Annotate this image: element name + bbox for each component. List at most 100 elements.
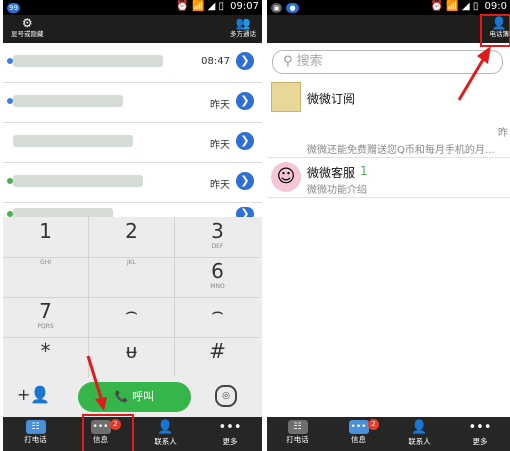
conference-call-button[interactable]: 👥 多方通话 bbox=[230, 16, 256, 39]
key-digit: 2 bbox=[125, 219, 138, 243]
conversation-preview: 微微还能免费赠送您Q币和每月手机的月… bbox=[307, 145, 495, 156]
group-icon: 👥 bbox=[235, 16, 251, 30]
dialer-icon: ☷ bbox=[287, 420, 308, 434]
key-1[interactable]: 1 bbox=[3, 217, 89, 258]
conversation-preview: 微微功能介绍 bbox=[307, 185, 367, 196]
signal-icon: ◢ bbox=[461, 1, 470, 12]
nav-tab-dialer[interactable]: ☷ 打电话 bbox=[267, 417, 328, 451]
conversation-time: 昨 bbox=[498, 128, 508, 139]
call-time: 昨天 bbox=[210, 100, 230, 111]
status-icons: ⏰ 📶 ◢ ▯ 09:07 bbox=[176, 1, 259, 12]
call-log-row[interactable]: 08:47 ❯ bbox=[3, 43, 262, 83]
highlight-box bbox=[82, 414, 134, 451]
nav-tab-contacts[interactable]: 👤 联系人 bbox=[133, 417, 198, 451]
key-star[interactable]: * bbox=[3, 337, 89, 377]
red-arrow-icon bbox=[457, 46, 491, 101]
wifi-icon: 📶 bbox=[446, 1, 459, 12]
conversation-title: 微微订阅 bbox=[307, 92, 356, 106]
gear-icon: ⚙ bbox=[21, 16, 33, 30]
call-log-list: 08:47 ❯ 昨天 ❯ 昨天 ❯ 昨天 ❯ ❯ bbox=[3, 43, 262, 226]
call-log-row[interactable]: 昨天 ❯ bbox=[3, 163, 262, 203]
call-detail-arrow-icon[interactable]: ❯ bbox=[236, 52, 254, 70]
messages-toolbar: 👤 电话簿 bbox=[267, 15, 510, 43]
contact-name-blurred bbox=[13, 135, 133, 147]
status-bar: ▣ ● ⏰ 📶 ◢ ▯ 09:0 bbox=[267, 0, 510, 15]
search-placeholder: 搜索 bbox=[296, 54, 323, 69]
wifi-icon: 📶 bbox=[191, 1, 205, 12]
hide-number-button[interactable]: ⚙ 显号或隐藏 bbox=[11, 16, 44, 39]
key-7[interactable]: 7 PQRS bbox=[3, 297, 89, 338]
key-digit: ⌢ bbox=[124, 299, 139, 323]
key-digit: # bbox=[209, 339, 226, 363]
key-letters: DEF bbox=[211, 243, 224, 250]
message-icon: ••• bbox=[348, 420, 369, 434]
key-9[interactable]: ⌢ bbox=[175, 297, 260, 338]
key-digit: * bbox=[40, 339, 51, 363]
key-2[interactable]: 2 bbox=[89, 217, 175, 258]
nav-label: 打电话 bbox=[286, 435, 309, 444]
nav-label: 打电话 bbox=[24, 435, 47, 444]
voice-input-icon[interactable]: ◎ bbox=[215, 385, 237, 407]
key-letters: GHI bbox=[40, 259, 51, 266]
nav-label: 更多 bbox=[222, 437, 238, 446]
call-detail-arrow-icon[interactable]: ❯ bbox=[236, 132, 254, 150]
key-8[interactable]: ⌢ bbox=[89, 297, 175, 338]
call-detail-arrow-icon[interactable]: ❯ bbox=[236, 172, 254, 190]
contact-name-blurred bbox=[13, 175, 143, 187]
key-digit: 3 bbox=[211, 219, 224, 243]
more-icon: ••• bbox=[218, 420, 242, 435]
subscription-avatar bbox=[271, 82, 301, 112]
nav-tab-dialer[interactable]: ☷ 打电话 bbox=[3, 417, 68, 451]
nav-tab-contacts[interactable]: 👤 联系人 bbox=[389, 417, 450, 451]
key-5[interactable]: JKL bbox=[89, 257, 175, 298]
status-icons: ⏰ 📶 ◢ ▯ 09:0 bbox=[431, 1, 507, 12]
nav-label: 联系人 bbox=[408, 437, 431, 446]
notification-badge: 99 bbox=[7, 3, 20, 13]
battery-icon: ▯ bbox=[218, 1, 224, 12]
call-action-bar: +👤 📞 呼叫 ◎ bbox=[3, 377, 262, 417]
conversation-title: 微微客服 bbox=[307, 166, 356, 180]
divider bbox=[267, 197, 510, 198]
contacts-icon: 👤 bbox=[157, 420, 174, 435]
conference-call-label: 多方通话 bbox=[230, 30, 256, 38]
more-icon: ••• bbox=[468, 420, 492, 435]
alarm-icon: ⏰ bbox=[430, 1, 444, 12]
call-time: 昨天 bbox=[210, 180, 230, 191]
contacts-icon: 👤 bbox=[411, 420, 428, 435]
key-4[interactable]: GHI bbox=[3, 257, 89, 298]
call-time: 昨天 bbox=[210, 140, 230, 151]
red-arrow-icon bbox=[86, 355, 107, 411]
add-contact-button[interactable]: +👤 bbox=[17, 385, 50, 404]
call-time: 08:47 bbox=[201, 56, 230, 67]
nav-tab-more[interactable]: ••• 更多 bbox=[450, 417, 510, 451]
battery-icon: ▯ bbox=[472, 1, 479, 12]
key-digit: 1 bbox=[39, 219, 52, 243]
nav-tab-messages[interactable]: ••• 信息 2 bbox=[328, 417, 389, 451]
status-bar: 99 ⏰ 📶 ◢ ▯ 09:07 bbox=[3, 0, 262, 15]
nav-tab-more[interactable]: ••• 更多 bbox=[198, 417, 262, 451]
key-3[interactable]: 3 DEF bbox=[175, 217, 260, 258]
nav-label: 联系人 bbox=[154, 437, 177, 446]
contact-name-blurred bbox=[13, 55, 163, 67]
key-digit: 7 bbox=[39, 299, 52, 323]
signal-icon: ◢ bbox=[207, 1, 216, 12]
call-detail-arrow-icon[interactable]: ❯ bbox=[236, 92, 254, 110]
alarm-icon: ⏰ bbox=[176, 1, 189, 12]
key-hash[interactable]: # bbox=[175, 337, 260, 377]
key-letters: MNO bbox=[210, 283, 225, 290]
bottom-nav: ☷ 打电话 ••• 信息 2 👤 联系人 ••• 更多 bbox=[267, 417, 510, 451]
key-digit: 6 bbox=[211, 259, 224, 283]
call-log-row[interactable]: 昨天 ❯ bbox=[3, 83, 262, 123]
status-time: 09:0 bbox=[484, 1, 507, 12]
key-letters: PQRS bbox=[37, 323, 54, 330]
key-6[interactable]: 6 MNO bbox=[175, 257, 260, 298]
messages-screen: ▣ ● ⏰ 📶 ◢ ▯ 09:0 👤 电话簿 ⚲ 搜索 微微订阅 昨 微微还能免费… bbox=[267, 0, 510, 451]
divider bbox=[267, 157, 510, 158]
support-avatar: ☺ bbox=[271, 162, 301, 192]
key-digit: ⌢ bbox=[210, 299, 225, 323]
key-letters: JKL bbox=[126, 259, 137, 266]
call-log-row[interactable]: 昨天 ❯ bbox=[3, 123, 262, 163]
unread-count: 1 bbox=[360, 164, 368, 178]
contact-name-blurred bbox=[13, 95, 123, 107]
nav-label: 更多 bbox=[472, 437, 488, 446]
